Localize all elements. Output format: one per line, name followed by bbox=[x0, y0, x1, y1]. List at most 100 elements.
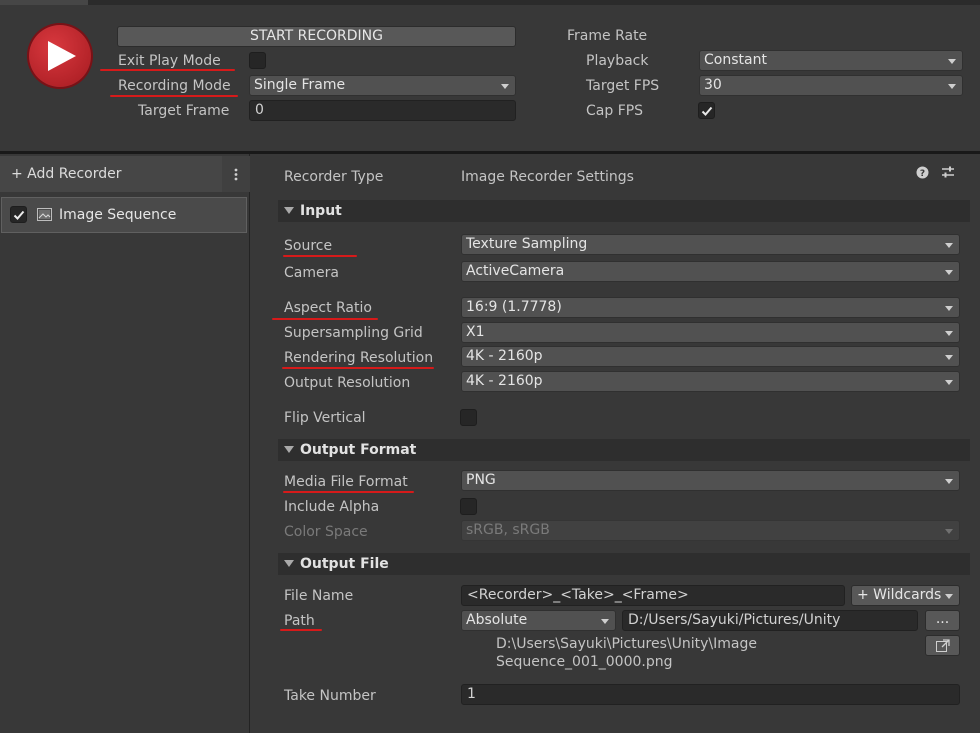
target-frame-input[interactable]: 0 bbox=[249, 100, 516, 121]
take-number-label: Take Number bbox=[284, 688, 376, 704]
chevron-down-icon bbox=[948, 59, 956, 64]
chevron-down-icon bbox=[501, 84, 509, 89]
vertical-ellipsis-icon bbox=[234, 168, 238, 181]
annotation-underline bbox=[272, 318, 378, 320]
camera-label: Camera bbox=[284, 265, 339, 281]
chevron-down-icon bbox=[945, 270, 953, 275]
annotation-underline bbox=[280, 629, 322, 631]
reveal-in-explorer-button[interactable] bbox=[925, 635, 960, 656]
media-file-format-value: PNG bbox=[466, 472, 496, 488]
window-tab-remnant bbox=[0, 0, 88, 5]
source-value: Texture Sampling bbox=[466, 236, 588, 252]
color-space-dropdown: sRGB, sRGB bbox=[461, 520, 960, 541]
rendering-resolution-dropdown[interactable]: 4K - 2160p bbox=[461, 346, 960, 367]
media-file-format-dropdown[interactable]: PNG bbox=[461, 470, 960, 491]
output-resolution-value: 4K - 2160p bbox=[466, 373, 543, 389]
file-name-input[interactable]: <Recorder>_<Take>_<Frame> bbox=[461, 585, 845, 606]
wildcards-dropdown-button[interactable]: + Wildcards bbox=[851, 585, 960, 606]
annotation-underline bbox=[110, 95, 238, 97]
file-name-label: File Name bbox=[284, 588, 354, 604]
output-file-section-title: Output File bbox=[300, 556, 389, 572]
chevron-down-icon bbox=[945, 355, 953, 360]
resolved-path-line-2: Sequence_001_0000.png bbox=[496, 654, 673, 670]
chevron-down-icon bbox=[945, 331, 953, 336]
window-top-strip bbox=[0, 0, 980, 5]
output-file-section-header[interactable]: Output File bbox=[278, 553, 970, 575]
recorder-list-item[interactable]: Image Sequence bbox=[1, 197, 247, 233]
annotation-underline bbox=[100, 69, 235, 71]
aspect-ratio-dropdown[interactable]: 16:9 (1.7778) bbox=[461, 297, 960, 318]
frame-rate-title: Frame Rate bbox=[567, 28, 648, 44]
chevron-down-icon bbox=[945, 243, 953, 248]
cap-fps-label: Cap FPS bbox=[586, 103, 644, 119]
supersampling-grid-dropdown[interactable]: X1 bbox=[461, 322, 960, 343]
input-section-header[interactable]: Input bbox=[278, 200, 970, 222]
chevron-down-icon bbox=[945, 306, 953, 311]
browse-button[interactable]: ... bbox=[925, 610, 960, 631]
annotation-underline bbox=[282, 367, 434, 369]
supersampling-grid-value: X1 bbox=[466, 324, 485, 340]
add-recorder-button[interactable]: + Add Recorder bbox=[0, 156, 222, 192]
include-alpha-checkbox[interactable] bbox=[460, 498, 477, 515]
take-number-input[interactable]: 1 bbox=[461, 684, 960, 705]
more-options-button[interactable] bbox=[222, 156, 250, 192]
image-icon bbox=[37, 208, 52, 221]
path-label: Path bbox=[284, 613, 315, 629]
play-icon bbox=[48, 41, 76, 71]
flip-vertical-label: Flip Vertical bbox=[284, 410, 366, 426]
path-type-dropdown[interactable]: Absolute bbox=[461, 610, 616, 631]
exit-play-mode-checkbox[interactable] bbox=[249, 52, 266, 69]
source-dropdown[interactable]: Texture Sampling bbox=[461, 234, 960, 255]
target-fps-dropdown[interactable]: 30 bbox=[699, 75, 963, 96]
media-file-format-label: Media File Format bbox=[284, 474, 408, 490]
chevron-down-icon bbox=[601, 619, 609, 624]
record-play-button[interactable] bbox=[29, 25, 91, 87]
output-format-section-title: Output Format bbox=[300, 442, 417, 458]
color-space-value: sRGB, sRGB bbox=[466, 522, 550, 538]
chevron-down-icon bbox=[945, 529, 953, 534]
camera-dropdown[interactable]: ActiveCamera bbox=[461, 261, 960, 282]
color-space-label: Color Space bbox=[284, 524, 368, 540]
output-resolution-dropdown[interactable]: 4K - 2160p bbox=[461, 371, 960, 392]
chevron-down-icon bbox=[945, 380, 953, 385]
sliders-icon[interactable] bbox=[941, 165, 955, 179]
playback-dropdown[interactable]: Constant bbox=[699, 50, 963, 71]
rendering-resolution-label: Rendering Resolution bbox=[284, 350, 434, 366]
path-input[interactable]: D:/Users/Sayuki/Pictures/Unity bbox=[622, 610, 918, 631]
cap-fps-checkbox[interactable] bbox=[698, 102, 715, 119]
supersampling-grid-label: Supersampling Grid bbox=[284, 325, 423, 341]
rendering-resolution-value: 4K - 2160p bbox=[466, 348, 543, 364]
flip-vertical-checkbox[interactable] bbox=[460, 409, 477, 426]
foldout-arrow-icon bbox=[284, 207, 294, 214]
help-icon[interactable]: ? bbox=[916, 166, 929, 179]
playback-label: Playback bbox=[586, 53, 649, 69]
recorder-enabled-checkbox[interactable] bbox=[10, 206, 27, 223]
recording-mode-label: Recording Mode bbox=[118, 78, 231, 94]
path-type-value: Absolute bbox=[466, 612, 528, 628]
recorder-list-item-label: Image Sequence bbox=[59, 207, 177, 223]
recording-mode-value: Single Frame bbox=[254, 77, 346, 93]
start-recording-button[interactable]: START RECORDING bbox=[117, 26, 516, 47]
chevron-down-icon bbox=[948, 84, 956, 89]
target-frame-label: Target Frame bbox=[138, 103, 230, 119]
annotation-underline bbox=[283, 255, 357, 257]
checkmark-icon bbox=[13, 210, 25, 220]
chevron-down-icon bbox=[945, 479, 953, 484]
source-label: Source bbox=[284, 238, 333, 254]
target-fps-value: 30 bbox=[704, 77, 722, 93]
resolved-path-line-1: D:\Users\Sayuki\Pictures\Unity\Image bbox=[496, 636, 757, 652]
sidebar: + Add Recorder Image Sequence bbox=[0, 154, 250, 733]
chevron-down-icon bbox=[945, 594, 953, 599]
exit-play-mode-label: Exit Play Mode bbox=[118, 53, 221, 69]
aspect-ratio-label: Aspect Ratio bbox=[284, 300, 372, 316]
camera-value: ActiveCamera bbox=[466, 263, 565, 279]
annotation-underline bbox=[283, 491, 414, 493]
svg-text:?: ? bbox=[920, 169, 925, 179]
recording-mode-dropdown[interactable]: Single Frame bbox=[249, 75, 516, 96]
playback-value: Constant bbox=[704, 52, 767, 68]
foldout-arrow-icon bbox=[284, 446, 294, 453]
recorder-type-value: Image Recorder Settings bbox=[461, 169, 634, 185]
aspect-ratio-value: 16:9 (1.7778) bbox=[466, 299, 562, 315]
output-format-section-header[interactable]: Output Format bbox=[278, 439, 970, 461]
output-resolution-label: Output Resolution bbox=[284, 375, 411, 391]
